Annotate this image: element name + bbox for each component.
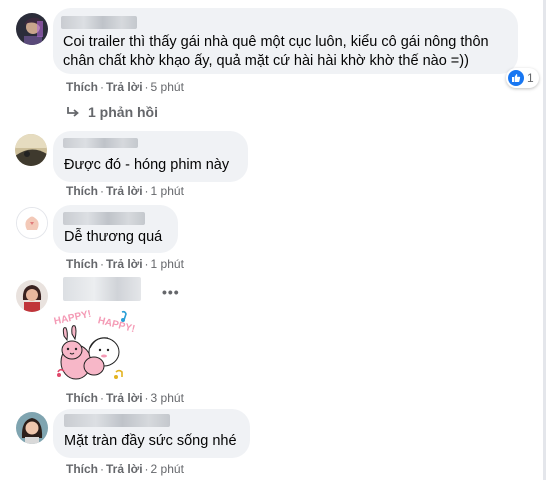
- reply-arrow-icon: [65, 104, 81, 120]
- avatar[interactable]: [16, 280, 48, 312]
- avatar-image: [15, 134, 47, 166]
- timestamp[interactable]: 3 phút: [151, 391, 184, 405]
- comment-actions: Thích · Trả lời · 3 phút: [66, 391, 184, 405]
- like-link[interactable]: Thích: [66, 391, 98, 405]
- comment-text-line: chân chất khờ khạo ấy, quả mặt cứ hài hà…: [63, 53, 469, 69]
- reaction-count: 1: [527, 71, 534, 85]
- avatar-image: [16, 280, 48, 312]
- happy-rabbit-sticker: HAPPY! HAPPY!: [52, 306, 136, 388]
- avatar[interactable]: [16, 207, 48, 239]
- timestamp[interactable]: 5 phút: [151, 80, 184, 94]
- timestamp[interactable]: 1 phút: [151, 184, 184, 198]
- avatar-image: [17, 208, 47, 238]
- commenter-name-blurred[interactable]: [61, 16, 137, 29]
- timestamp[interactable]: 1 phút: [151, 257, 184, 271]
- reply-link[interactable]: Trả lời: [106, 184, 143, 198]
- like-link[interactable]: Thích: [66, 80, 98, 94]
- reaction-badge[interactable]: 1: [506, 68, 539, 88]
- view-replies-link[interactable]: 1 phản hồi: [88, 104, 158, 120]
- reply-link[interactable]: Trả lời: [106, 80, 143, 94]
- reply-link[interactable]: Trả lời: [106, 462, 143, 476]
- comment-actions: Thích · Trả lời · 1 phút: [66, 184, 184, 198]
- avatar[interactable]: [16, 13, 48, 45]
- timestamp[interactable]: 2 phút: [151, 462, 184, 476]
- reply-link[interactable]: Trả lời: [106, 257, 143, 271]
- commenter-name-blurred[interactable]: [63, 212, 145, 225]
- thumbs-up-icon: [508, 70, 524, 86]
- comment-actions: Thích · Trả lời · 5 phút: [66, 80, 184, 94]
- avatar-image: [16, 412, 48, 444]
- commenter-name-blurred[interactable]: [63, 138, 138, 148]
- commenter-name-blurred[interactable]: [63, 277, 141, 301]
- avatar-image: [16, 13, 48, 45]
- avatar[interactable]: [16, 412, 48, 444]
- avatar[interactable]: [15, 134, 47, 166]
- sticker-text: HAPPY!: [97, 315, 136, 335]
- sticker-text: HAPPY!: [53, 309, 92, 328]
- comment-text-line: Dễ thương quá: [64, 229, 163, 245]
- like-link[interactable]: Thích: [66, 462, 98, 476]
- more-options-icon[interactable]: •••: [162, 284, 180, 300]
- comment-text-line: Được đó - hóng phim này: [64, 157, 230, 173]
- like-link[interactable]: Thích: [66, 257, 98, 271]
- comment-actions: Thích · Trả lời · 1 phút: [66, 257, 184, 271]
- commenter-name-blurred[interactable]: [64, 414, 170, 427]
- comment-actions: Thích · Trả lời · 2 phút: [66, 462, 184, 476]
- like-link[interactable]: Thích: [66, 184, 98, 198]
- comment-text-line: Mặt tràn đầy sức sống nhé: [64, 433, 237, 449]
- reply-link[interactable]: Trả lời: [106, 391, 143, 405]
